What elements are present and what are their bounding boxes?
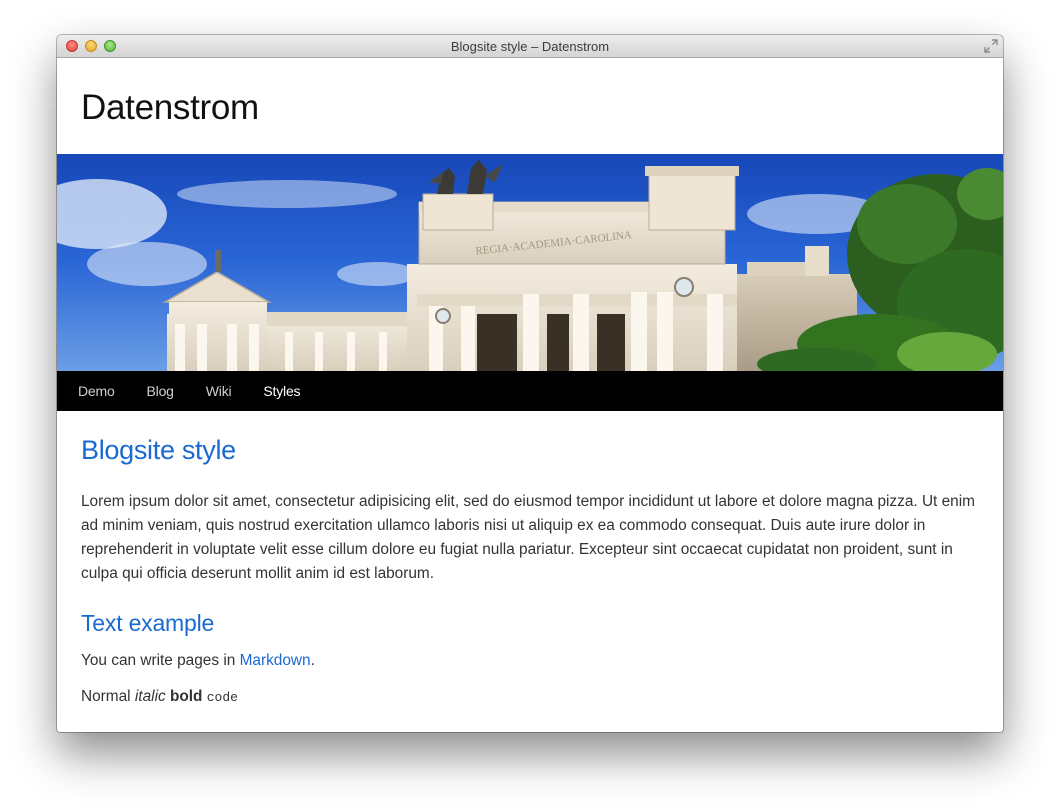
markdown-line: You can write pages in Markdown.	[81, 649, 979, 673]
markdown-line-prefix: You can write pages in	[81, 652, 240, 669]
fullscreen-icon[interactable]	[984, 39, 998, 53]
main-navigation: Demo Blog Wiki Styles	[57, 371, 1003, 411]
university-building-photo: REGIA·ACADEMIA·CAROLINA	[57, 154, 1003, 371]
site-name[interactable]: Datenstrom	[81, 88, 259, 128]
page-title: Blogsite style	[81, 435, 236, 465]
site-header: Datenstrom	[57, 58, 1003, 154]
format-example-line: Normal italic bold code	[81, 685, 979, 710]
nav-item-wiki[interactable]: Wiki	[206, 383, 232, 399]
normal-text: Normal	[81, 688, 131, 705]
nav-item-demo[interactable]: Demo	[78, 383, 115, 399]
nav-item-styles[interactable]: Styles	[263, 383, 300, 399]
markdown-line-suffix: .	[310, 652, 315, 669]
markdown-link[interactable]: Markdown	[240, 652, 311, 669]
header-banner-image: REGIA·ACADEMIA·CAROLINA	[57, 154, 1003, 371]
bold-text: bold	[169, 688, 203, 705]
section-heading: Text example	[81, 610, 215, 636]
page-content: Blogsite style Lorem ipsum dolor sit ame…	[57, 435, 1003, 710]
intro-paragraph: Lorem ipsum dolor sit amet, consectetur …	[81, 493, 975, 582]
nav-item-blog[interactable]: Blog	[147, 383, 174, 399]
title-bar[interactable]: Blogsite style – Datenstrom	[57, 35, 1003, 58]
window-title: Blogsite style – Datenstrom	[450, 39, 610, 54]
italic-text: italic	[134, 688, 166, 705]
browser-window: Blogsite style – Datenstrom Datenstrom R…	[57, 35, 1003, 732]
code-text: code	[206, 690, 238, 705]
